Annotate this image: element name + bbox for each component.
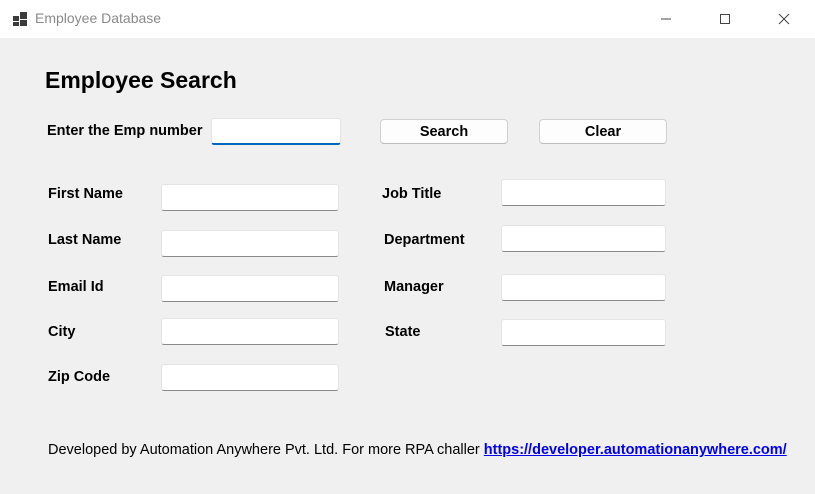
department-label: Department bbox=[384, 232, 465, 248]
zip-code-label: Zip Code bbox=[48, 369, 111, 385]
maximize-icon bbox=[719, 13, 731, 25]
job-title-field[interactable] bbox=[501, 179, 666, 206]
employee-database-window: Employee Database Employee Search Enter … bbox=[0, 0, 815, 494]
email-id-label: Email Id bbox=[48, 279, 104, 295]
footer-text: Developed by Automation Anywhere Pvt. Lt… bbox=[48, 442, 480, 458]
manager-label: Manager bbox=[384, 279, 444, 295]
footer-credits: Developed by Automation Anywhere Pvt. Lt… bbox=[48, 442, 787, 458]
emp-number-label: Enter the Emp number bbox=[47, 123, 203, 139]
app-window-icon bbox=[12, 11, 28, 27]
clear-button[interactable]: Clear bbox=[539, 119, 667, 144]
close-icon bbox=[778, 13, 790, 25]
zip-code-field[interactable] bbox=[161, 364, 339, 391]
city-field[interactable] bbox=[161, 318, 339, 345]
window-title: Employee Database bbox=[35, 10, 162, 26]
title-bar[interactable]: Employee Database bbox=[0, 0, 815, 38]
state-label: State bbox=[385, 324, 421, 340]
page-title: Employee Search bbox=[45, 67, 237, 93]
emp-number-input[interactable] bbox=[211, 118, 341, 145]
close-button[interactable] bbox=[755, 0, 813, 38]
department-field[interactable] bbox=[501, 225, 666, 252]
state-field[interactable] bbox=[501, 319, 666, 346]
minimize-icon bbox=[660, 13, 672, 25]
city-label: City bbox=[48, 324, 76, 340]
maximize-button[interactable] bbox=[696, 0, 754, 38]
manager-field[interactable] bbox=[501, 274, 666, 301]
first-name-label: First Name bbox=[48, 186, 123, 202]
minimize-button[interactable] bbox=[637, 0, 695, 38]
email-id-field[interactable] bbox=[161, 275, 339, 302]
first-name-field[interactable] bbox=[161, 184, 339, 211]
last-name-field[interactable] bbox=[161, 230, 339, 257]
search-button[interactable]: Search bbox=[380, 119, 508, 144]
developer-portal-link[interactable]: https://developer.automationanywhere.com… bbox=[484, 442, 787, 458]
last-name-label: Last Name bbox=[48, 232, 122, 248]
job-title-label: Job Title bbox=[382, 186, 442, 202]
